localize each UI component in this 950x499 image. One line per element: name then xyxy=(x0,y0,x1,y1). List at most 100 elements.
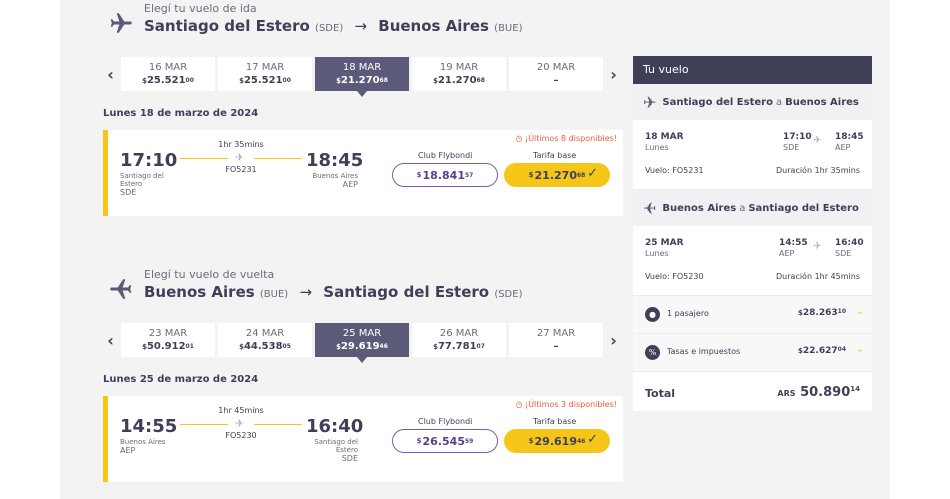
return-header: Elegí tu vuelo de vuelta Buenos Aires (B… xyxy=(108,268,522,305)
airplane-icon: ✈ xyxy=(235,417,245,430)
date-option[interactable]: 23 MAR $50.91201 xyxy=(121,323,215,357)
date-label: 17 MAR xyxy=(245,62,285,73)
date-price: $25.52100 xyxy=(218,74,312,88)
club-fare-label: Club Flybondi xyxy=(418,417,473,426)
departure-code: AEP xyxy=(120,446,136,455)
date-label: 25 MAR xyxy=(342,328,382,339)
page-gutter-right xyxy=(890,0,950,499)
date-option-selected[interactable]: 25 MAR $29.61946 xyxy=(315,323,409,363)
outbound-flight-card[interactable]: 17:10 Santiago del Estero SDE 1hr 35mins… xyxy=(103,130,623,216)
price-integer: 44.538 xyxy=(243,341,283,352)
summary-outbound-route: ✈ Santiago del Estero a Buenos Aires xyxy=(633,84,872,120)
prev-dates-button[interactable]: ‹ xyxy=(100,65,121,84)
outbound-date-selector: ‹ 16 MAR $25.52100 17 MAR $25.52100 18 M… xyxy=(100,56,624,97)
taxes-row[interactable]: % Tasas e impuestos $22.62704 ⌄ xyxy=(633,334,872,372)
price-decimals: 57 xyxy=(464,171,474,179)
segment-arr-time: 18:45 xyxy=(835,132,864,142)
date-option[interactable]: 19 MAR $21.27068 xyxy=(412,57,506,91)
date-price: $77.78107 xyxy=(412,340,506,354)
total-row: Total ARS 50.89014 xyxy=(633,372,872,412)
segment-dep-time: 14:55 xyxy=(779,238,808,248)
route-from: Buenos Aires xyxy=(662,202,737,214)
arrival-city: Santiago del Estero xyxy=(314,438,358,454)
airplane-icon: ✈ xyxy=(813,135,822,146)
departure-time: 14:55 xyxy=(120,416,178,437)
club-fare-button[interactable]: $26.545 59 xyxy=(392,429,498,453)
next-dates-button[interactable]: › xyxy=(603,331,624,350)
base-fare-button[interactable]: $29.619 46 ✓ xyxy=(504,429,610,453)
departure-info: 17:10 Santiago del Estero SDE xyxy=(120,150,180,198)
base-fare-label: Tarifa base xyxy=(533,417,577,426)
club-fare-label: Club Flybondi xyxy=(418,151,473,160)
date-option[interactable]: 16 MAR $25.52100 xyxy=(121,57,215,91)
price-decimals: 01 xyxy=(185,343,194,350)
segment-weekday: Lunes xyxy=(645,143,669,152)
date-label: 27 MAR xyxy=(536,328,576,339)
price-integer: 50.890 xyxy=(800,385,851,400)
prev-dates-button[interactable]: ‹ xyxy=(100,331,121,350)
price-decimals: 00 xyxy=(185,77,194,84)
chevron-down-icon[interactable]: ⌄ xyxy=(856,344,864,355)
price-decimals: 46 xyxy=(379,343,388,350)
date-label: 16 MAR xyxy=(148,62,188,73)
outbound-header: Elegí tu vuelo de ida Santiago del Ester… xyxy=(108,2,522,39)
date-option[interactable]: 26 MAR $77.78107 xyxy=(412,323,506,357)
price-integer: 21.270 xyxy=(437,75,477,86)
flight-path: 1hr 45mins ✈ FO5230 xyxy=(180,406,302,440)
route-connector: a xyxy=(775,96,783,108)
segment-arr-code: SDE xyxy=(835,249,852,258)
segment-flight-number: Vuelo: FO5230 xyxy=(645,272,704,281)
next-dates-button[interactable]: › xyxy=(603,65,624,84)
price-integer: 50.912 xyxy=(146,341,186,352)
club-fare-button[interactable]: $18.841 57 xyxy=(392,163,498,187)
price-integer: 21.270 xyxy=(534,168,577,182)
summary-title: Tu vuelo xyxy=(633,56,872,84)
flight-duration: 1hr 35mins xyxy=(218,140,264,149)
date-option[interactable]: 27 MAR – xyxy=(509,323,603,357)
date-price: – xyxy=(509,74,603,87)
check-icon: ✓ xyxy=(587,432,598,447)
segment-arr-code: AEP xyxy=(835,143,851,152)
date-price: – xyxy=(509,340,603,353)
segment-weekday: Lunes xyxy=(645,249,669,258)
flight-number: FO5230 xyxy=(225,431,257,440)
outbound-origin: Santiago del Estero xyxy=(144,17,310,35)
airplane-icon: ✈ xyxy=(643,198,657,218)
availability-warning: ◷ ¡Últimos 3 disponibles! xyxy=(515,400,617,409)
return-flight-card[interactable]: 14:55 Buenos Aires AEP 1hr 45mins ✈ FO52… xyxy=(103,396,623,482)
price-integer: 21.270 xyxy=(340,75,380,86)
date-price: $29.61946 xyxy=(315,340,409,354)
date-price: $25.52100 xyxy=(121,74,215,88)
price-integer: 77.781 xyxy=(437,341,477,352)
segment-date: 18 MAR xyxy=(645,132,684,142)
arrival-code: AEP xyxy=(342,180,358,189)
route-to: Santiago del Estero xyxy=(748,202,859,214)
base-fare-button[interactable]: $21.270 68 ✓ xyxy=(504,163,610,187)
airplane-icon xyxy=(110,13,132,33)
currency-symbol: $ xyxy=(528,437,534,445)
price-decimals: 68 xyxy=(576,171,586,179)
segment-dep-time: 17:10 xyxy=(783,132,812,142)
departure-info: 14:55 Buenos Aires AEP xyxy=(120,416,180,456)
price-decimals: 68 xyxy=(379,77,388,84)
price-integer: 25.521 xyxy=(243,75,283,86)
price-integer: 22.627 xyxy=(802,346,838,356)
currency-symbol: $ xyxy=(416,437,422,445)
outbound-destination: Buenos Aires xyxy=(378,17,489,35)
outbound-destination-code: (BUE) xyxy=(494,23,523,34)
passengers-row[interactable]: ● 1 pasajero $28.26310 ⌄ xyxy=(633,296,872,334)
price-integer: 25.521 xyxy=(146,75,186,86)
date-option-selected[interactable]: 18 MAR $21.27068 xyxy=(315,57,409,97)
date-option[interactable]: 17 MAR $25.52100 xyxy=(218,57,312,91)
summary-outbound-segment: 18 MAR Lunes 17:10 SDE ✈ 18:45 AEP Vuelo… xyxy=(633,120,872,190)
airplane-icon: ✈ xyxy=(235,151,245,164)
date-option[interactable]: 24 MAR $44.53805 xyxy=(218,323,312,357)
date-label: 23 MAR xyxy=(148,328,188,339)
currency-code: ARS xyxy=(777,389,796,398)
date-option[interactable]: 20 MAR – xyxy=(509,57,603,91)
return-destination-code: (SDE) xyxy=(494,289,523,300)
segment-date: 25 MAR xyxy=(645,238,684,248)
segment-dep-code: AEP xyxy=(779,249,795,258)
date-label: 20 MAR xyxy=(536,62,576,73)
chevron-down-icon[interactable]: ⌄ xyxy=(856,306,864,317)
